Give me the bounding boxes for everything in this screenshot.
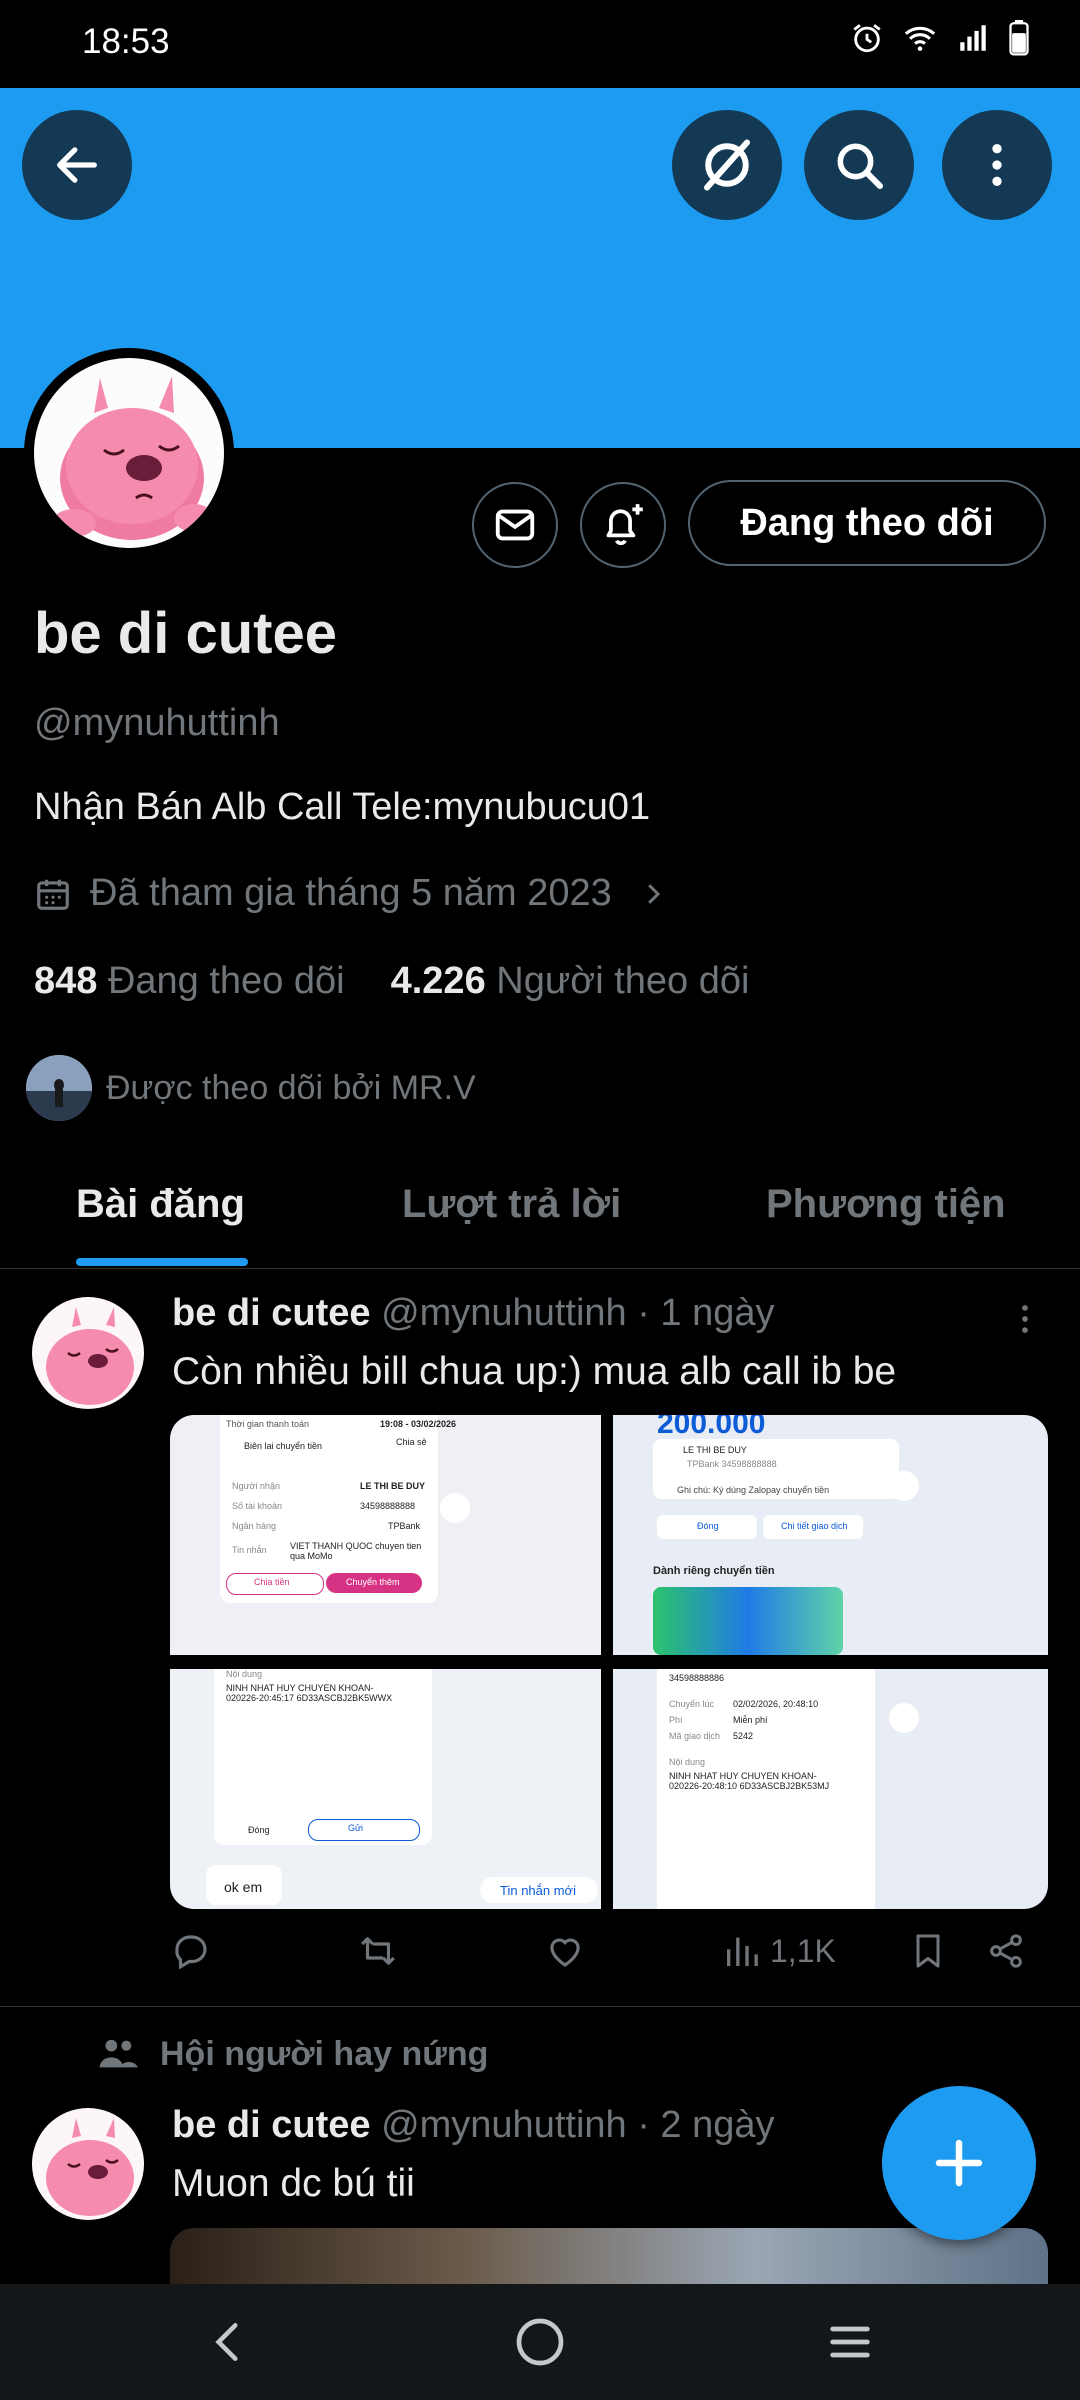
post-author-name[interactable]: be di cutee <box>172 2104 371 2146</box>
status-bar: 18:53 <box>0 0 1080 88</box>
post-author-name[interactable]: be di cutee <box>172 1292 371 1334</box>
nav-back-icon[interactable] <box>204 2314 254 2370</box>
mail-icon <box>495 509 535 541</box>
plus-icon <box>935 2139 983 2187</box>
post-time: · 2 ngày <box>637 2104 775 2146</box>
search-button[interactable] <box>804 110 914 220</box>
post-divider <box>0 2006 1080 2007</box>
joined-date[interactable]: Đã tham gia tháng 5 năm 2023 <box>34 872 668 915</box>
retweet-icon <box>361 1937 395 1965</box>
share-button[interactable] <box>986 1930 1026 1972</box>
chevron-right-icon <box>647 883 660 904</box>
sensitive-content-button[interactable] <box>672 110 782 220</box>
tab-indicator <box>76 1258 248 1266</box>
community-name: Hội người hay nứng <box>160 2034 489 2073</box>
post-avatar[interactable] <box>32 1297 144 1409</box>
profile-bio: Nhận Bán Alb Call Tele:mynubucu01 <box>34 786 651 828</box>
post-author-handle: @mynuhuttinh <box>381 1292 627 1334</box>
reply-icon <box>175 1935 207 1970</box>
like-button[interactable] <box>544 1930 586 1972</box>
bookmark-button[interactable] <box>908 1930 948 1972</box>
share-icon <box>990 1934 1022 1968</box>
more-options-button[interactable] <box>942 110 1052 220</box>
search-icon <box>837 143 884 190</box>
following-button[interactable]: Đang theo dõi <box>688 480 1046 566</box>
post-text: Còn nhiều bill chua up:) mua alb call ib… <box>172 1350 897 1393</box>
system-nav-bar <box>0 2284 1080 2400</box>
post-header: be di cutee @mynuhuttinh · 1 ngày <box>172 1292 775 1335</box>
alarm-icon <box>853 24 881 53</box>
profile-handle: @mynuhuttinh <box>34 702 280 744</box>
follower-avatar <box>26 1055 92 1121</box>
media-image-2[interactable]: 200.000 LE THI BE DUY TPBank 34598888888… <box>613 1415 1048 1655</box>
media-image-3[interactable]: Nội dung NINH NHAT HUY CHUYEN KHOAN-0202… <box>170 1669 601 1909</box>
views-count: 1,1K <box>770 1932 836 1969</box>
nav-recents-icon[interactable] <box>822 2316 878 2368</box>
media-image-1[interactable]: Thời gian thanh toán 19:08 - 03/02/2026 … <box>170 1415 601 1655</box>
reply-button[interactable] <box>170 1930 212 1972</box>
compose-button[interactable] <box>882 2086 1036 2240</box>
joined-text: Đã tham gia tháng 5 năm 2023 <box>90 872 612 914</box>
more-vert-icon <box>992 144 1002 186</box>
no-sensitive-icon <box>704 139 750 191</box>
wifi-icon <box>904 26 936 51</box>
profile-name: be di cutee <box>34 601 337 666</box>
nav-home-icon[interactable] <box>512 2314 568 2370</box>
post-header: be di cutee @mynuhuttinh · 2 ngày <box>172 2104 775 2147</box>
bookmark-icon <box>916 1934 940 1968</box>
back-arrow-icon <box>57 147 97 183</box>
calendar-icon <box>37 879 69 910</box>
back-button[interactable] <box>22 110 132 220</box>
views-icon <box>727 1937 758 1966</box>
signal-icon <box>960 25 986 51</box>
followed-by[interactable]: Được theo dõi bởi MR.V <box>26 1055 476 1121</box>
post-media-grid[interactable]: Thời gian thanh toán 19:08 - 03/02/2026 … <box>170 1415 1048 1909</box>
follow-stats: 848 Đang theo dõi 4.226 Người theo dõi <box>34 960 749 1003</box>
battery-icon <box>1009 20 1029 56</box>
message-button[interactable] <box>472 482 558 568</box>
post-more-icon[interactable] <box>1006 1300 1044 1338</box>
media-image-4[interactable]: 34598888886 Chuyển lúc 02/02/2026, 20:48… <box>613 1669 1048 1909</box>
post-media-image[interactable] <box>170 2228 1048 2284</box>
retweet-button[interactable] <box>356 1930 400 1972</box>
tab-replies[interactable]: Lượt trả lời <box>402 1182 621 1227</box>
notify-button[interactable] <box>580 482 666 568</box>
post-time: · 1 ngày <box>637 1292 775 1334</box>
avatar-image <box>34 358 224 548</box>
post-author-handle: @mynuhuttinh <box>381 2104 627 2146</box>
post-avatar[interactable] <box>32 2108 144 2220</box>
post-actions: 1,1K <box>170 1930 1050 1986</box>
followers-stat[interactable]: 4.226 Người theo dõi <box>391 960 750 1003</box>
following-stat[interactable]: 848 Đang theo dõi <box>34 960 345 1003</box>
bell-plus-icon <box>606 504 643 546</box>
views-button[interactable]: 1,1K <box>722 1930 836 1972</box>
community-icon <box>99 2039 138 2068</box>
status-icons <box>850 20 1030 56</box>
profile-tabs: Bài đăng Lượt trả lời Phương tiện <box>0 1160 1080 1269</box>
profile-avatar[interactable] <box>24 348 234 558</box>
tab-media[interactable]: Phương tiện <box>766 1182 1006 1227</box>
status-time: 18:53 <box>82 22 170 61</box>
followed-by-text: Được theo dõi bởi MR.V <box>106 1068 476 1107</box>
tab-posts[interactable]: Bài đăng <box>76 1182 245 1227</box>
community-label[interactable]: Hội người hay nứng <box>96 2034 488 2074</box>
post-text: Muon dc bú tii <box>172 2162 415 2205</box>
like-icon <box>550 1938 580 1967</box>
